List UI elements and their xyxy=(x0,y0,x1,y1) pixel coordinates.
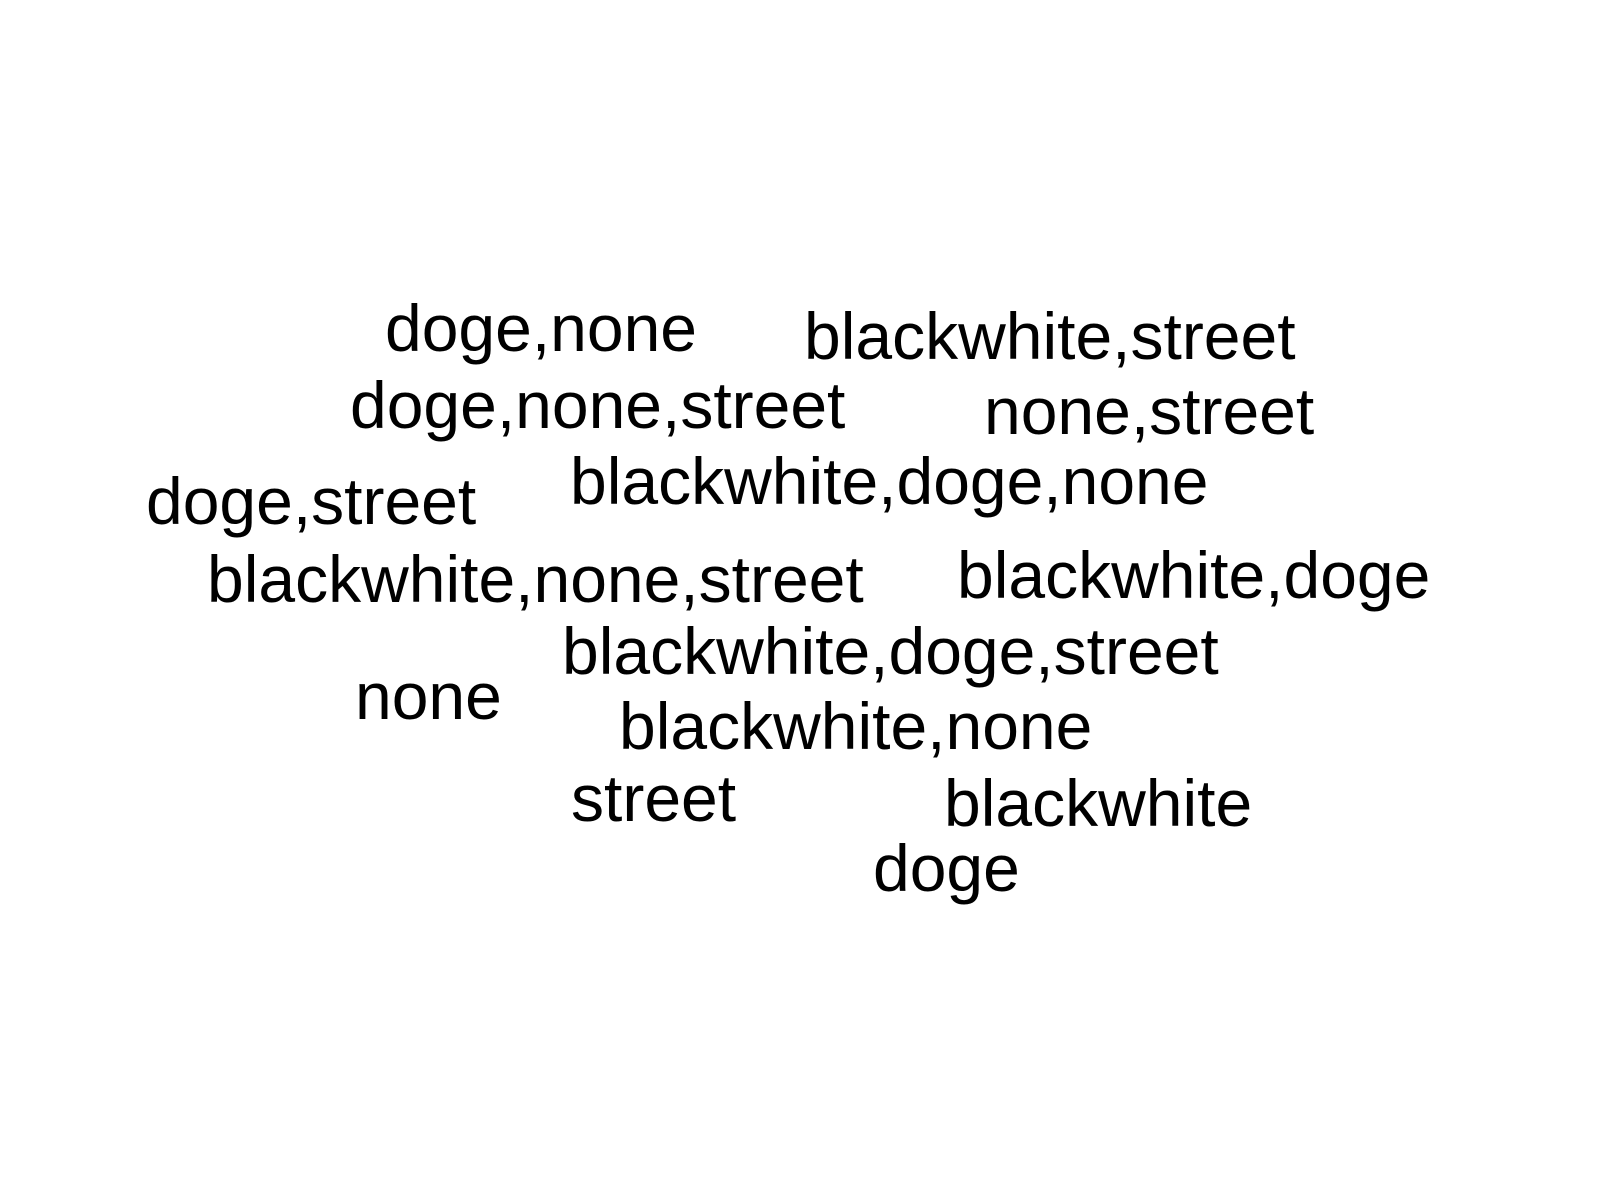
word-blackwhite-doge-none: blackwhite,doge,none xyxy=(570,444,1209,518)
word-none: none xyxy=(355,659,502,733)
word-street: street xyxy=(571,761,737,835)
word-doge: doge xyxy=(873,831,1020,905)
word-none-street: none,street xyxy=(984,374,1315,448)
word-blackwhite: blackwhite xyxy=(944,766,1253,840)
word-doge-none-street: doge,none,street xyxy=(350,368,846,442)
word-blackwhite-none: blackwhite,none xyxy=(619,689,1093,763)
word-cloud: doge,none blackwhite,street doge,none,st… xyxy=(0,0,1600,1200)
word-doge-none: doge,none xyxy=(385,291,697,365)
word-blackwhite-doge: blackwhite,doge xyxy=(957,538,1431,612)
word-blackwhite-doge-street: blackwhite,doge,street xyxy=(562,614,1219,688)
word-doge-street: doge,street xyxy=(146,464,477,538)
word-blackwhite-street: blackwhite,street xyxy=(804,299,1296,373)
word-blackwhite-none-street: blackwhite,none,street xyxy=(207,542,864,616)
